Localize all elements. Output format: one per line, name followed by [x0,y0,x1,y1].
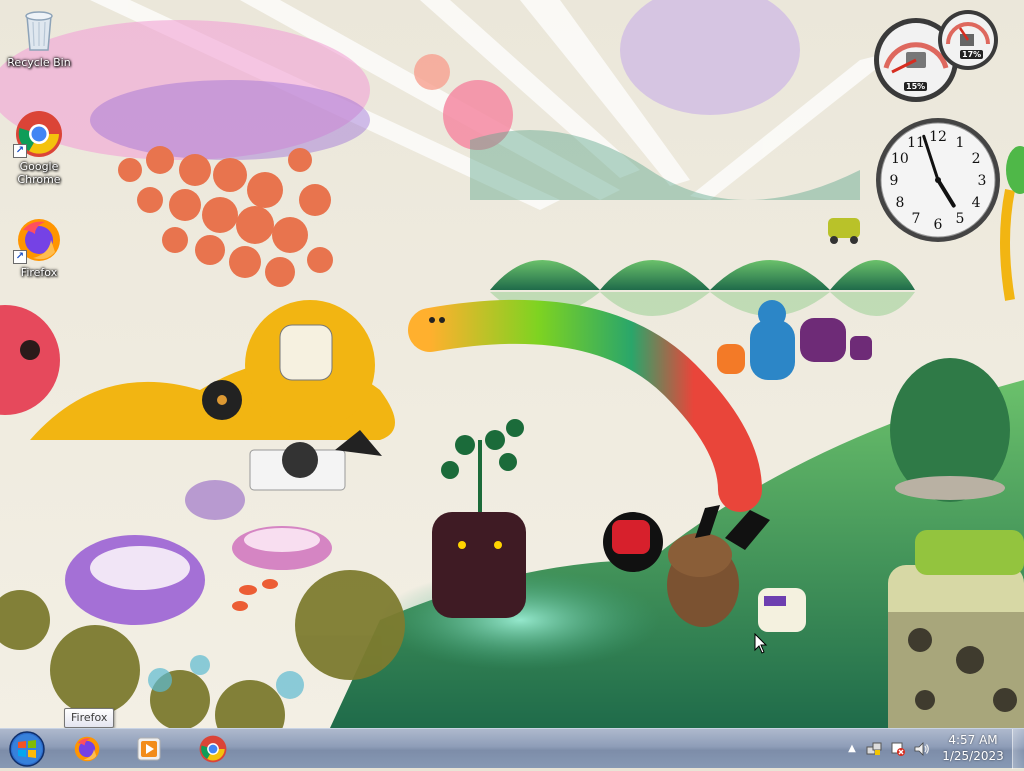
shortcut-arrow-icon: ↗ [13,250,27,264]
mouse-cursor-icon [754,633,768,654]
desktop-icon-label: Recycle Bin [7,56,71,69]
taskbar-date: 1/25/2023 [942,749,1004,763]
desktop-icon-recycle-bin[interactable]: Recycle Bin [1,6,77,69]
firefox-icon: ↗ [13,216,63,264]
desktop-icon-google-chrome[interactable]: ↗ Google Chrome [1,110,77,186]
memory-usage-readout: 17% [960,50,984,59]
desktop-icon-label: Firefox [20,266,58,279]
action-center-icon[interactable] [890,741,906,757]
clock-numeral: 10 [891,151,909,167]
firefox-icon [74,736,100,762]
clock-numeral: 4 [972,195,981,211]
clock-numeral: 5 [956,211,965,227]
clock-numeral: 7 [912,211,921,227]
taskbar-tooltip: Firefox [64,708,115,728]
taskbar-chrome-button[interactable] [186,731,240,767]
start-button[interactable] [4,730,50,768]
network-icon[interactable] [866,741,882,757]
taskbar-media-player-button[interactable] [122,731,176,767]
clock-numeral: 12 [929,129,947,145]
desktop-icon-firefox[interactable]: ↗ Firefox [1,216,77,279]
clock-numeral: 3 [978,173,987,189]
show-hidden-icons-arrow[interactable]: ▲ [844,741,860,757]
cpu-meter-gadget[interactable]: 15% 17% [872,8,1000,104]
clock-numeral: 8 [895,195,904,211]
desktop-wallpaper [0,0,1024,728]
taskbar: ▲ 4:57 AM 1/25/2023 [0,728,1024,769]
windows-logo-icon [9,731,45,767]
clock-numeral: 11 [907,135,925,151]
clock-numeral: 1 [956,135,965,151]
volume-icon[interactable] [914,741,930,757]
clock-numeral: 6 [934,217,943,233]
clock-gadget[interactable]: 12 1 2 3 4 5 6 7 8 9 10 11 [874,118,1002,242]
clock-numeral: 9 [890,173,899,189]
show-desktop-button[interactable] [1012,729,1024,769]
system-tray: ▲ 4:57 AM 1/25/2023 [842,729,1024,769]
shortcut-arrow-icon: ↗ [13,144,27,158]
cpu-usage-readout: 15% [904,82,928,91]
media-player-icon [137,737,161,761]
taskbar-firefox-button[interactable] [60,731,114,767]
chrome-icon: ↗ [13,110,63,158]
taskbar-clock[interactable]: 4:57 AM 1/25/2023 [940,732,1006,766]
clock-numeral: 2 [972,151,981,167]
recycle-bin-icon [15,6,63,54]
desktop-icon-label: Google Chrome [17,160,61,186]
taskbar-time: 4:57 AM [948,733,998,747]
chrome-icon [199,735,227,763]
